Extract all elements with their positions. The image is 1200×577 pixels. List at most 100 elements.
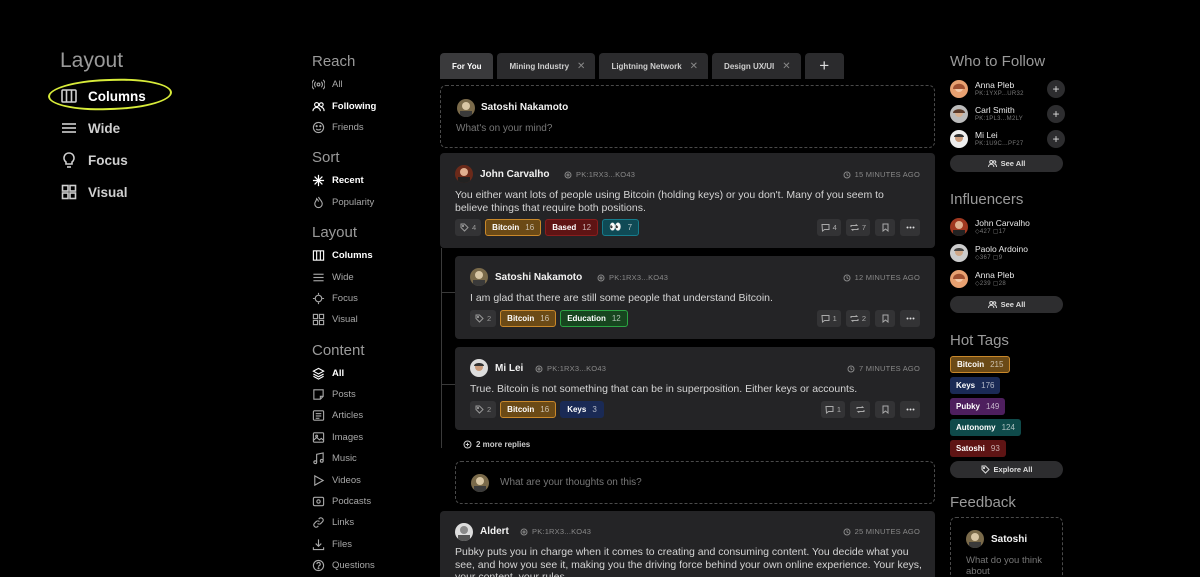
layout-filter-visual[interactable]: Visual xyxy=(312,309,422,330)
tag-chip[interactable]: Keys 3 xyxy=(560,401,604,418)
influencer-item[interactable]: Paolo Ardoino ◇367 ▢9 xyxy=(950,240,1065,266)
layout-filter-title: Layout xyxy=(312,223,358,241)
content-music[interactable]: Music xyxy=(312,448,422,469)
post-card[interactable]: Aldert PK:1RX3...KO43 25 MINUTES AGO Pub… xyxy=(440,511,935,577)
tag-chip[interactable]: Education 12 xyxy=(560,310,628,327)
repost-button[interactable]: 7 xyxy=(845,219,870,236)
content-questions[interactable]: Questions xyxy=(312,555,422,576)
question-icon xyxy=(312,559,325,572)
tab-lightning-network[interactable]: Lightning Network ✕ xyxy=(599,53,709,79)
bookmark-button[interactable] xyxy=(875,401,895,418)
content-files[interactable]: Files xyxy=(312,534,422,555)
reply-card[interactable]: Satoshi Nakamoto PK:1RX3...KO43 12 MINUT… xyxy=(455,256,935,339)
more-button[interactable] xyxy=(900,310,920,327)
tag-count-chip[interactable]: 2 xyxy=(470,401,497,418)
content-links[interactable]: Links xyxy=(312,512,422,533)
add-tab-button[interactable]: + xyxy=(804,53,844,79)
sort-title: Sort xyxy=(312,149,340,167)
content-posts[interactable]: Posts xyxy=(312,384,422,405)
tag-count-chip[interactable]: 2 xyxy=(470,310,497,327)
influencer-item[interactable]: John Carvalho ◇427 ▢17 xyxy=(950,214,1065,240)
hot-tag-chip[interactable]: Bitcoin 215 xyxy=(950,356,1011,373)
layout-option-focus[interactable]: Focus xyxy=(60,144,200,176)
follow-button[interactable]: + xyxy=(1047,80,1065,98)
content-label: Questions xyxy=(332,560,375,572)
post-text: True. Bitcoin is not something that can … xyxy=(470,383,858,395)
tag-chip[interactable]: Bitcoin 16 xyxy=(500,310,557,327)
more-button[interactable] xyxy=(900,219,920,236)
avatar xyxy=(455,523,473,541)
tag-count-chip[interactable]: 4 xyxy=(455,219,482,236)
pubkey-text: PK:1RX3...KO43 xyxy=(576,170,636,179)
reply-input[interactable]: What are your thoughts on this? xyxy=(500,477,642,488)
see-all-influencers-button[interactable]: See All xyxy=(950,296,1063,313)
sort-popularity[interactable]: Popularity xyxy=(312,192,422,213)
hot-tag-chip[interactable]: Satoshi 93 xyxy=(950,440,1006,457)
reply-composer[interactable]: What are your thoughts on this? xyxy=(455,461,935,504)
content-label: Videos xyxy=(332,474,361,486)
post-composer[interactable]: Satoshi Nakamoto What's on your mind? xyxy=(440,85,935,148)
tab-for-you[interactable]: For You xyxy=(440,53,494,79)
tag-chip[interactable]: 👀 7 xyxy=(602,219,640,236)
more-replies-link[interactable]: 2 more replies xyxy=(463,440,530,449)
post-author[interactable]: Mi Lei xyxy=(495,363,523,374)
post-author[interactable]: Satoshi Nakamoto xyxy=(495,272,582,283)
follow-suggestion[interactable]: Anna Pleb PK:1YXP...UR32 + xyxy=(950,76,1065,101)
explore-all-tags-button[interactable]: Explore All xyxy=(950,461,1063,478)
tab-mining-industry[interactable]: Mining Industry ✕ xyxy=(497,53,596,79)
reach-all[interactable]: All xyxy=(312,74,422,95)
tag-chip[interactable]: Based 12 xyxy=(545,219,599,236)
bookmark-button[interactable] xyxy=(875,310,895,327)
bookmark-button[interactable] xyxy=(875,219,895,236)
content-images[interactable]: Images xyxy=(312,427,422,448)
repost-button[interactable] xyxy=(850,401,870,418)
follow-button[interactable]: + xyxy=(1047,130,1065,148)
reach-friends[interactable]: Friends xyxy=(312,117,422,138)
layout-filter-focus[interactable]: Focus xyxy=(312,288,422,309)
sort-recent[interactable]: Recent xyxy=(312,170,422,191)
tag-chip[interactable]: Bitcoin 16 xyxy=(485,219,542,236)
layout-filter-columns[interactable]: Columns xyxy=(312,245,422,266)
key-icon xyxy=(520,528,528,536)
see-all-follow-button[interactable]: See All xyxy=(950,155,1063,172)
content-all[interactable]: All xyxy=(312,363,422,384)
content-videos[interactable]: Videos xyxy=(312,469,422,490)
wide-icon xyxy=(312,271,325,284)
influencer-item[interactable]: Anna Pleb ◇239 ▢28 xyxy=(950,266,1065,292)
reply-button[interactable]: 1 xyxy=(820,401,845,418)
follow-suggestion[interactable]: Mi Lei PK:1U9C...PF27 + xyxy=(950,126,1065,151)
post-author[interactable]: John Carvalho xyxy=(480,169,549,180)
post-card[interactable]: John Carvalho PK:1RX3...KO43 15 MINUTES … xyxy=(440,153,935,248)
tag-count: 176 xyxy=(981,381,995,390)
repost-icon xyxy=(850,223,859,232)
close-icon[interactable]: ✕ xyxy=(782,61,790,72)
tag-chip[interactable]: Bitcoin 16 xyxy=(500,401,557,418)
tab-design-ux-ui[interactable]: Design UX/UI ✕ xyxy=(712,53,801,79)
feedback-input[interactable]: What do you think about xyxy=(966,555,1046,577)
layout-option-visual[interactable]: Visual xyxy=(60,176,200,208)
follow-button[interactable]: + xyxy=(1047,105,1065,123)
hot-tag-chip[interactable]: Autonomy 124 xyxy=(950,419,1021,436)
hot-tag-chip[interactable]: Keys 176 xyxy=(950,377,1001,394)
close-icon[interactable]: ✕ xyxy=(577,61,585,72)
more-button[interactable] xyxy=(900,401,920,418)
reply-card[interactable]: Mi Lei PK:1RX3...KO43 7 MINUTES AGO True… xyxy=(455,347,935,430)
reply-button[interactable]: 4 xyxy=(816,219,841,236)
tab-label: Lightning Network xyxy=(611,61,682,71)
follow-suggestion[interactable]: Carl Smith PK:1PL3...M2LY + xyxy=(950,101,1065,126)
content-articles[interactable]: Articles xyxy=(312,405,422,426)
feedback-box[interactable]: Satoshi What do you think about xyxy=(950,517,1063,577)
tag-icon xyxy=(460,223,469,232)
reply-button[interactable]: 1 xyxy=(816,310,841,327)
repost-button[interactable]: 2 xyxy=(845,310,870,327)
post-pubkey: PK:1RX3...KO43 xyxy=(535,364,606,373)
close-icon[interactable]: ✕ xyxy=(690,61,698,72)
composer-input[interactable]: What's on your mind? xyxy=(456,123,552,134)
layout-option-wide[interactable]: Wide xyxy=(60,112,200,144)
content-podcasts[interactable]: Podcasts xyxy=(312,491,422,512)
hot-tag-chip[interactable]: Pubky 149 xyxy=(950,398,1006,415)
more-icon xyxy=(906,405,915,414)
reach-following[interactable]: Following xyxy=(312,95,422,116)
post-author[interactable]: Aldert xyxy=(480,526,509,537)
layout-filter-wide[interactable]: Wide xyxy=(312,266,422,287)
